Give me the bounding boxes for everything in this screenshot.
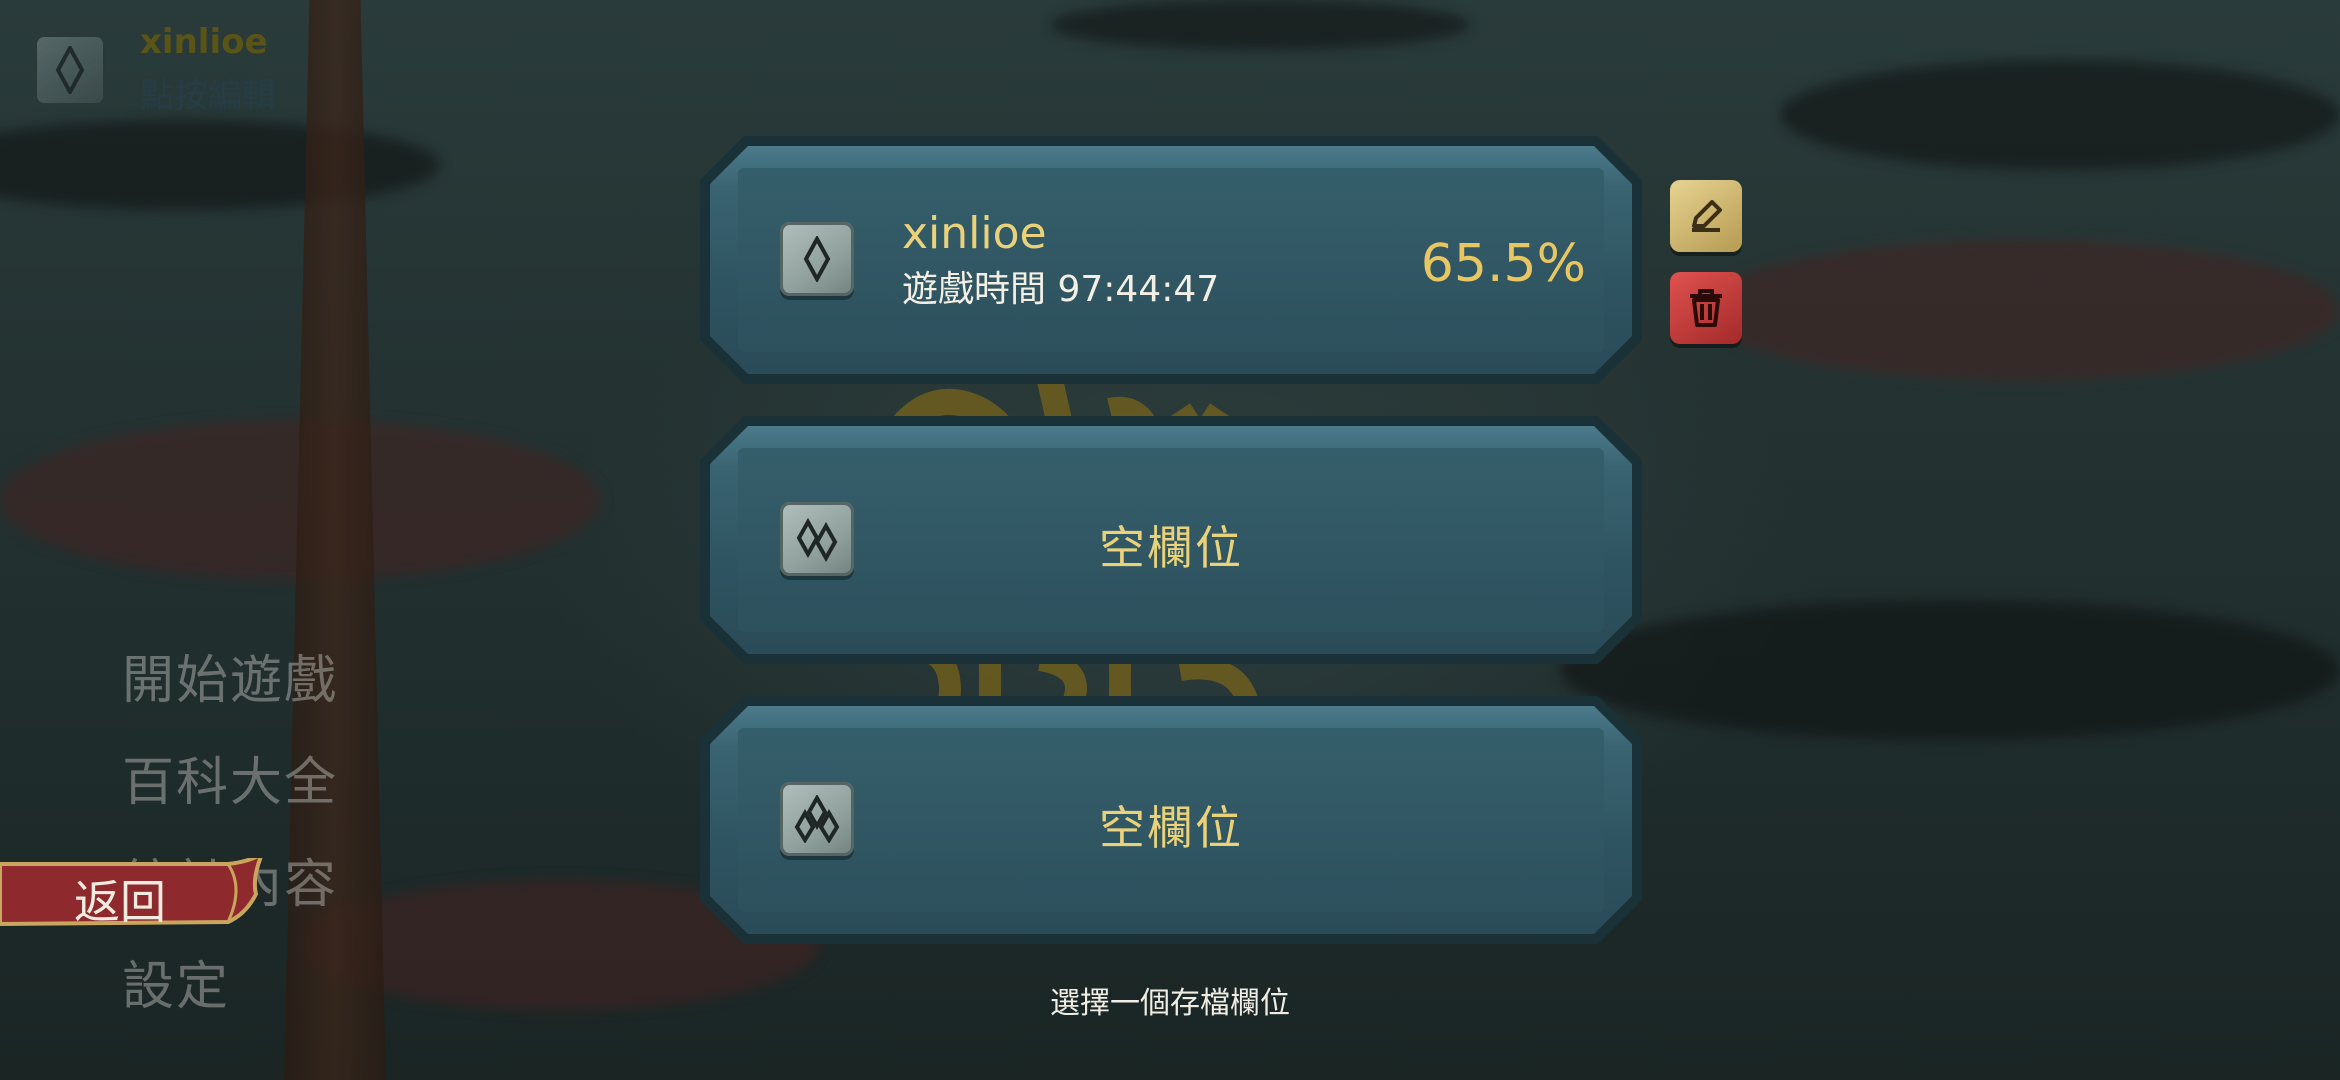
profile-name[interactable]: xinlioe <box>140 22 268 62</box>
save-slot-name: xinlioe <box>902 208 1047 259</box>
save-slot-1[interactable]: xinlioe 遊戲時間 97:44:47 65.5% <box>700 136 1642 384</box>
diamond-icon <box>55 46 85 94</box>
game-screen: xinlioe 點按編輯 開始遊戲 百科大全 統計內容 設定 返回 xinlio… <box>0 0 2340 1080</box>
save-slot-2[interactable]: 空欄位 <box>700 416 1642 664</box>
rename-slot-button[interactable] <box>1670 180 1742 252</box>
profile-edit-hint[interactable]: 點按編輯 <box>140 68 276 117</box>
empty-slot-label: 空欄位 <box>1099 801 1243 855</box>
save-slot-playtime: 遊戲時間 97:44:47 <box>902 269 1220 310</box>
trash-icon <box>1690 289 1722 327</box>
single-diamond-icon <box>780 222 854 296</box>
menu-item-compendium[interactable]: 百科大全 <box>122 740 338 815</box>
background-cloud <box>0 120 440 210</box>
background-cloud <box>1700 240 2340 380</box>
background-cloud <box>1780 60 2340 170</box>
single-diamond-icon-glyph <box>803 236 831 282</box>
select-slot-hint: 選擇一個存檔欄位 <box>1050 986 1290 1021</box>
empty-slot-label: 空欄位 <box>1099 521 1243 575</box>
save-slot-3[interactable]: 空欄位 <box>700 696 1642 944</box>
menu-item-play[interactable]: 開始遊戲 <box>122 638 338 713</box>
profile-avatar[interactable] <box>34 34 106 106</box>
back-button[interactable]: 返回 <box>74 866 166 932</box>
background-cloud <box>1560 600 2340 740</box>
pencil-icon <box>1692 200 1722 232</box>
background-cloud <box>1050 0 1470 50</box>
delete-slot-button[interactable] <box>1670 272 1742 344</box>
save-slot-completion: 65.5% <box>1420 234 1586 294</box>
